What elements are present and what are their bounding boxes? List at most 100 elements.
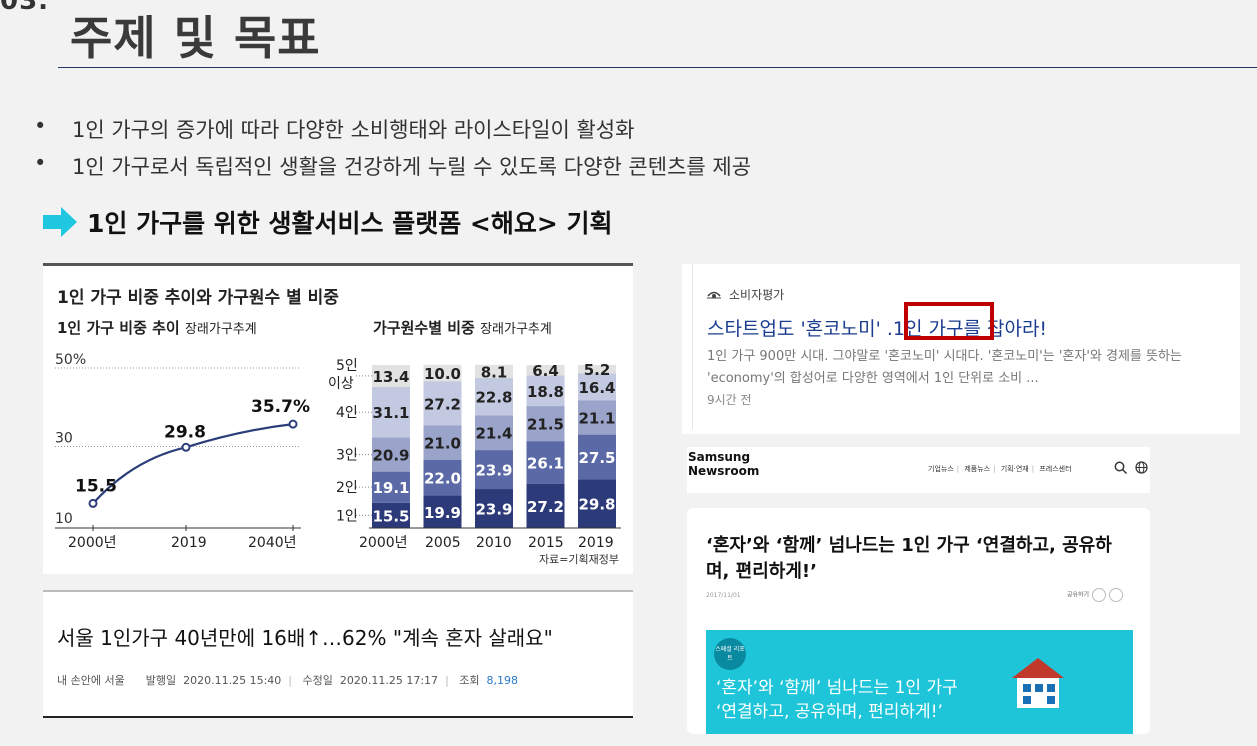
list-item: • 1인 가구로서 독립적인 생활을 건강하게 누릴 수 있도록 다양한 콘텐츠를… (30, 151, 751, 188)
article-meta: 내 손안에 서울 발행일 2020.11.25 15:40 | 수정일 2020.… (57, 674, 519, 687)
seoul-article-card[interactable]: 서울 1인가구 40년만에 16배↑…62% "계속 혼자 살래요" 내 손안에… (43, 590, 633, 718)
data-label: 27.2 (424, 395, 461, 413)
line-chart-subtitle: 1인 가구 비중 추이 장래가구추계 (57, 317, 257, 338)
series-label: 4인 (336, 405, 358, 421)
conclusion-line: 1인 가구를 위한 생활서비스 플랫폼 <해요> 기획 (43, 204, 613, 240)
data-label: 27.5 (578, 449, 615, 467)
banner-line: ‘연결하고, 공유하며, 편리하게!’ (716, 702, 943, 722)
x-tick-label: 2005 (425, 535, 461, 551)
x-tick-label: 2019 (578, 535, 614, 551)
views-label: 조회 (459, 674, 480, 687)
logo-line: Samsung (688, 450, 751, 464)
data-label: 29.8 (578, 496, 615, 514)
series-label: 1인 (336, 508, 358, 524)
bullet-text: 1인 가구로서 독립적인 생활을 건강하게 누릴 수 있도록 다양한 콘텐츠를 … (72, 155, 752, 179)
samsung-header: Samsung Newsroom 기업뉴스 | 제품뉴스 | 기획·연재 | 프레스센터 (687, 447, 1150, 493)
data-label: 16.4 (578, 379, 615, 397)
nav-item[interactable]: 제품뉴스 (964, 465, 990, 473)
title-divider (58, 67, 1257, 68)
highlight-box (904, 302, 994, 340)
data-label: 21.1 (578, 409, 615, 427)
data-label: 22.0 (424, 470, 461, 488)
infographic-title: 1인 가구 비중 추이와 가구원수 별 비중 (57, 288, 339, 308)
bullet-glyph: • (34, 151, 47, 175)
search-icon[interactable] (1114, 461, 1128, 478)
infographic-card: 10 30 50% 15.5 29.8 35.7% 2000년 2019 2040년 15.5 19… (43, 263, 633, 574)
card-bottom-border (43, 716, 633, 718)
share-icon[interactable] (1092, 588, 1107, 602)
line-chart-title: 1인 가구 비중 추이 (57, 319, 180, 337)
data-label: 31.1 (372, 404, 409, 422)
y-tick-label: 50% (55, 352, 86, 368)
data-label: 23.9 (475, 501, 512, 519)
x-tick-label: 2000년 (359, 535, 408, 551)
article-date: 2017/11/01 (706, 592, 741, 599)
modified-label: 수정일 (302, 674, 333, 687)
result-source-name: 소비자평가 (729, 288, 785, 302)
result-time: 9시간 전 (707, 393, 752, 407)
data-label: 35.7% (251, 397, 310, 417)
data-label: 19.9 (424, 504, 461, 522)
share-bar: 공유하기 (1067, 588, 1124, 602)
data-label: 21.4 (475, 425, 512, 443)
bar-chart-source: 장래가구추계 (480, 322, 552, 337)
data-label: 5.2 (584, 361, 611, 379)
nav-item[interactable]: 프레스센터 (1039, 465, 1071, 473)
series-label: 3인 (336, 448, 358, 464)
bar-chart-title: 가구원수별 비중 (373, 319, 475, 337)
card-top-border (43, 590, 633, 592)
samsung-nav: 기업뉴스 | 제품뉴스 | 기획·연재 | 프레스센터 (928, 465, 1072, 473)
bullet-glyph: • (34, 114, 47, 138)
print-icon[interactable] (1109, 588, 1124, 602)
samsung-logo[interactable]: Samsung Newsroom (688, 450, 759, 478)
result-source: 소비자평가 (707, 286, 784, 303)
series-label: 이상 (328, 376, 354, 392)
globe-icon[interactable] (1135, 461, 1148, 478)
data-point (181, 442, 191, 452)
bullet-list: • 1인 가구의 증가에 따라 다양한 소비행태와 라이스타일이 활성화 • 1인 … (30, 114, 751, 188)
x-tick-label: 2010 (476, 535, 512, 551)
share-label: 공유하기 (1067, 591, 1090, 599)
x-tick-label: 2015 (528, 535, 564, 551)
line-chart-source: 장래가구추계 (184, 322, 257, 337)
data-label: 15.5 (372, 507, 409, 525)
series-label: 2인 (336, 480, 358, 496)
data-label: 15.5 (75, 476, 117, 496)
banner-title: ‘혼자’와 ‘함께’ 넘나드는 1인 가구 ‘연결하고, 공유하며, 편리하게!’ (716, 676, 958, 724)
article-section: 내 손안에 서울 (57, 674, 125, 687)
data-label: 10.0 (424, 365, 461, 383)
data-label: 22.8 (475, 389, 512, 407)
nav-item[interactable]: 기획·연재 (1001, 465, 1029, 473)
house-illustration (1012, 658, 1064, 708)
samsung-article-card[interactable]: ‘혼자’와 ‘함께’ 넘나드는 1인 가구 ‘연결하고, 공유하며, 편리하게!… (687, 508, 1150, 734)
data-label: 13.4 (372, 368, 409, 386)
logo-line: Newsroom (688, 464, 760, 478)
data-label: 26.1 (527, 454, 564, 472)
special-report-badge: 스페셜 리포트 (714, 638, 746, 670)
conclusion-text: 1인 가구를 위한 생활서비스 플랫폼 <해요> 기획 (87, 209, 613, 238)
eye-icon (707, 288, 721, 302)
bullet-text: 1인 가구의 증가에 따라 다양한 소비행태와 라이스타일이 활성화 (72, 118, 635, 142)
modified-date: 2020.11.25 17:17 (339, 674, 439, 687)
search-result-card[interactable]: 소비자평가 스타트업도 '혼코노미' .1인 가구를 잡아라! 1인 가구 90… (682, 264, 1240, 434)
data-point (88, 498, 98, 508)
data-credit: 자료=기획재정부 (538, 553, 619, 566)
data-label: 23.9 (475, 462, 512, 480)
x-tick-label: 2019 (171, 535, 207, 551)
nav-item[interactable]: 기업뉴스 (928, 465, 954, 473)
article-headline[interactable]: 서울 1인가구 40년만에 16배↑…62% "계속 혼자 살래요" (57, 622, 553, 651)
data-label: 27.2 (527, 498, 564, 516)
result-description: 1인 가구 900만 시대. 그야말로 '혼코노미' 시대다. '혼코노미'는 … (707, 349, 1182, 386)
data-label: 6.4 (532, 362, 559, 380)
data-label: 19.1 (372, 479, 409, 497)
data-point (288, 419, 298, 429)
published-label: 발행일 (145, 674, 177, 687)
article-headline[interactable]: ‘혼자’와 ‘함께’ 넘나드는 1인 가구 ‘연결하고, 공유하며, 편리하게!… (706, 533, 1126, 585)
slide-number: 03. (0, 0, 50, 16)
data-label: 20.9 (372, 447, 409, 465)
data-label: 29.8 (164, 422, 206, 442)
data-label: 21.5 (527, 416, 564, 434)
x-tick-label: 2000년 (68, 535, 117, 551)
banner-line: ‘혼자’와 ‘함께’ 넘나드는 1인 가구 (716, 678, 958, 698)
result-headline[interactable]: 스타트업도 '혼코노미' .1인 가구를 잡아라! (707, 314, 1047, 341)
